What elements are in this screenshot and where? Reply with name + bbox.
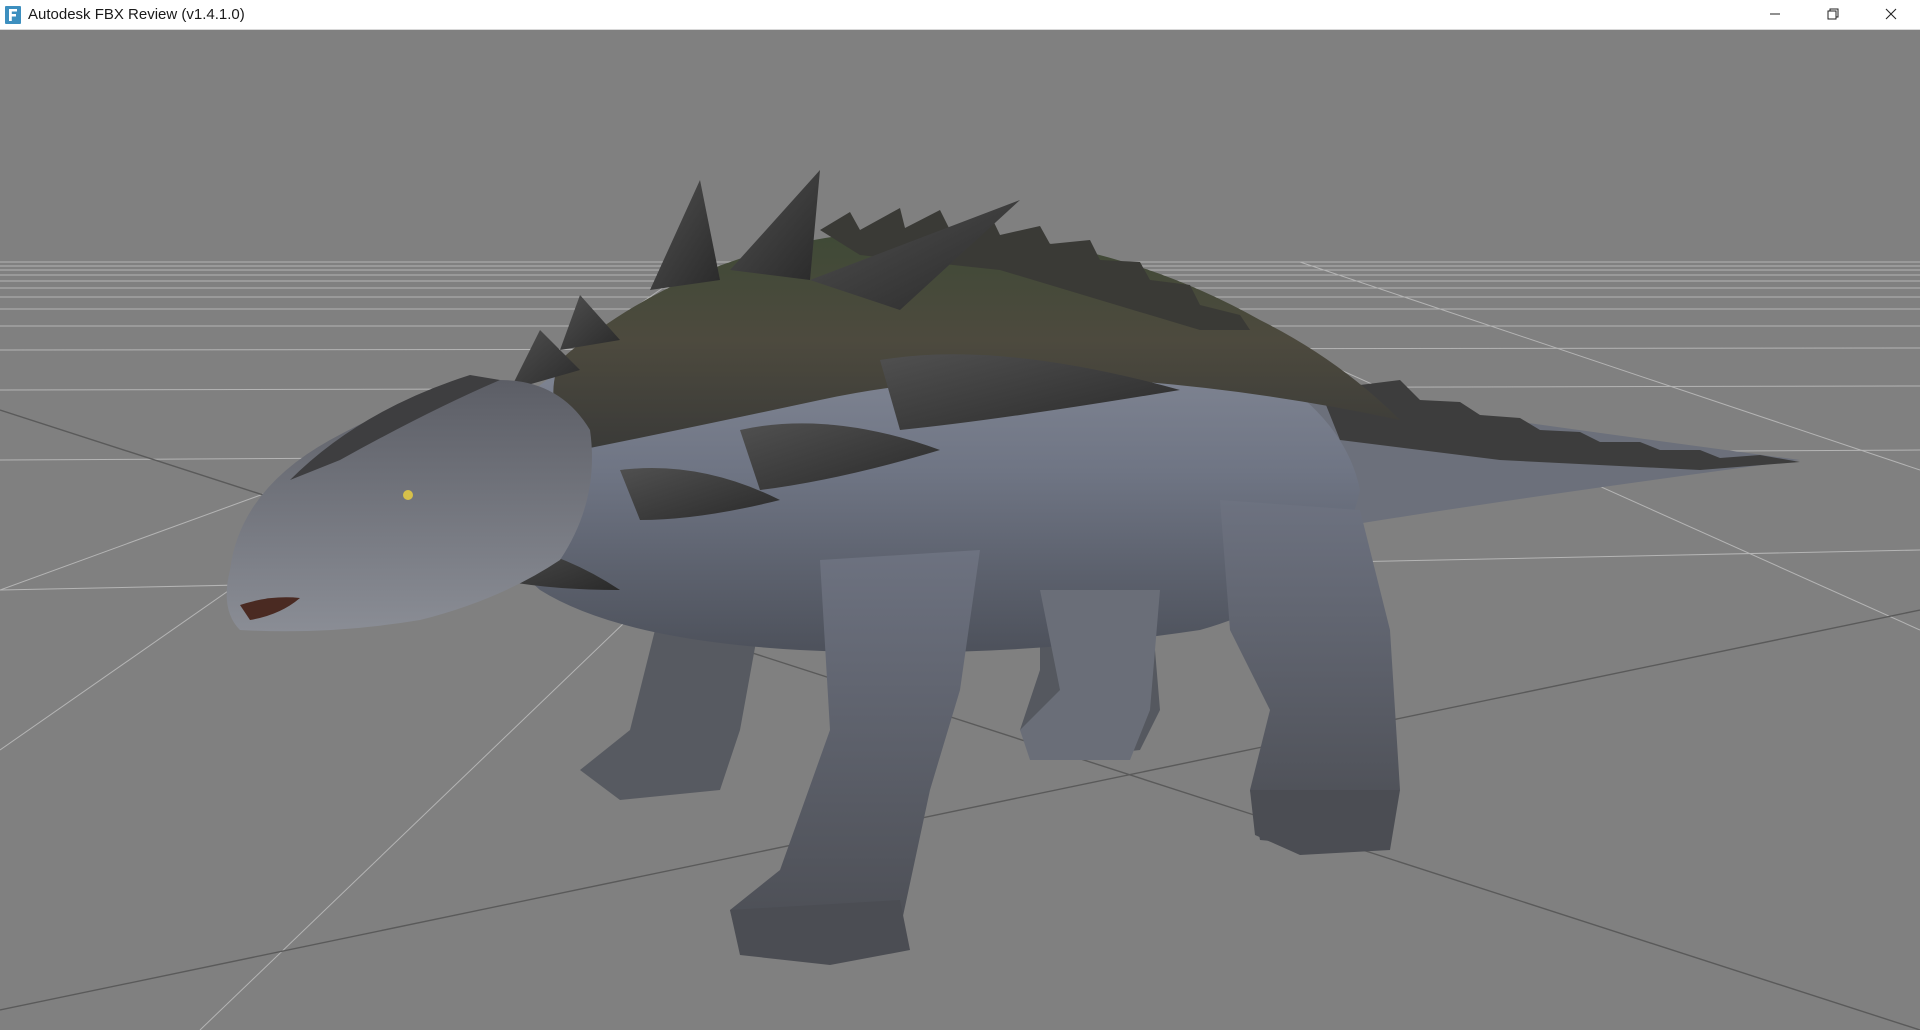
fbx-review-app-icon <box>5 5 21 24</box>
window-controls <box>1746 0 1920 29</box>
ankylosaur-model[interactable] <box>226 170 1800 965</box>
minimize-icon <box>1769 5 1781 24</box>
restore-button[interactable] <box>1804 0 1862 29</box>
close-button[interactable] <box>1862 0 1920 29</box>
rear-near-foot <box>1250 790 1400 855</box>
viewport-canvas[interactable] <box>0 30 1920 1030</box>
minimize-button[interactable] <box>1746 0 1804 29</box>
dorsal-horn-1 <box>650 180 720 290</box>
app-window: Autodesk FBX Review (v1.4.1.0) <box>0 0 1920 1030</box>
dorsal-horn-2 <box>730 170 820 280</box>
3d-viewport[interactable] <box>0 30 1920 1030</box>
eye <box>403 490 413 500</box>
front-near-foot <box>730 900 910 965</box>
window-title: Autodesk FBX Review (v1.4.1.0) <box>28 6 245 23</box>
title-bar[interactable]: Autodesk FBX Review (v1.4.1.0) <box>0 0 1920 30</box>
restore-icon <box>1827 5 1839 24</box>
close-icon <box>1885 5 1897 24</box>
